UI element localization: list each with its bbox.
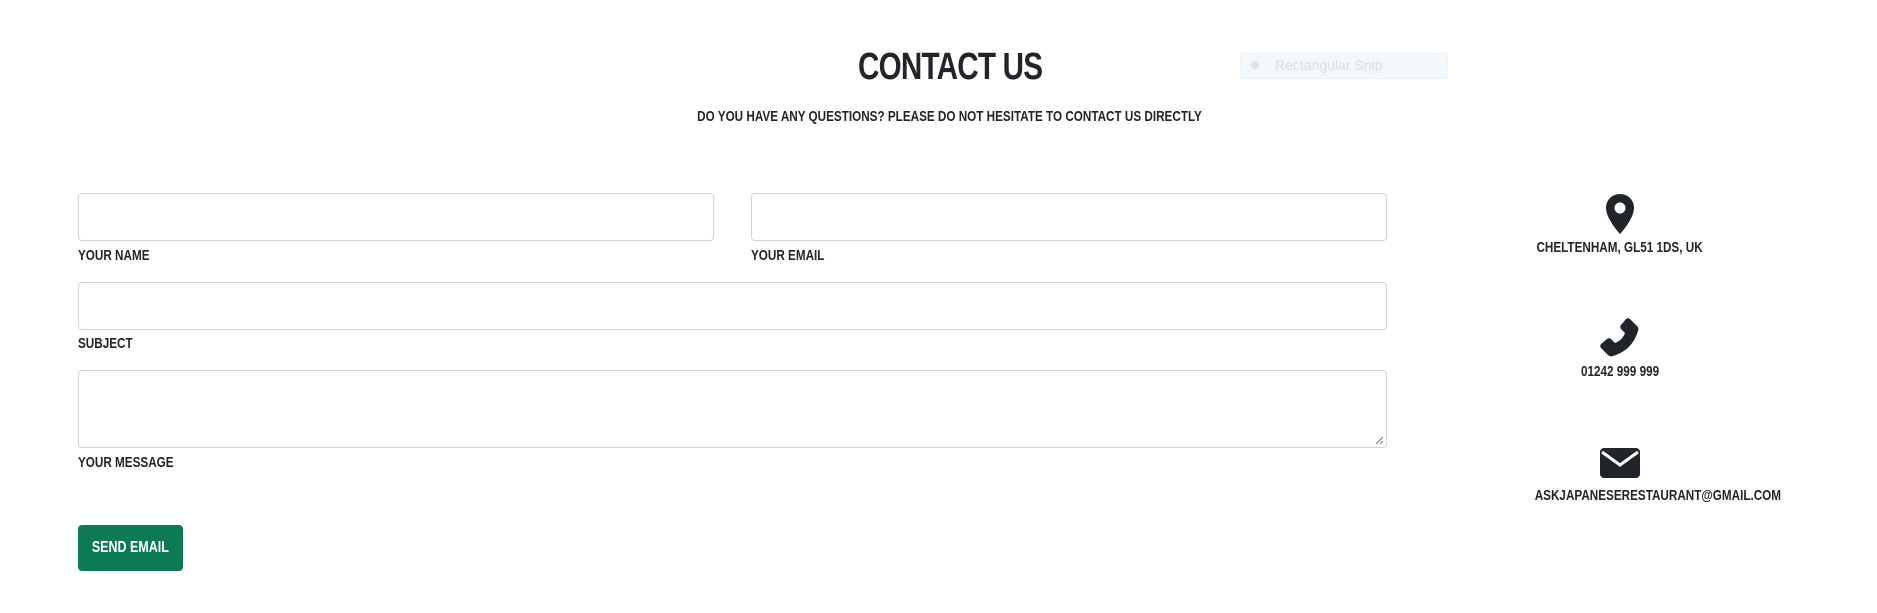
send-email-button[interactable]: SEND EMAIL [78, 525, 183, 571]
message-textarea[interactable] [78, 370, 1387, 448]
map-marker-icon [1606, 194, 1634, 234]
resize-handle-icon[interactable] [1374, 435, 1384, 445]
address-text: CHELTENHAM, GL51 1DS, UK [1536, 239, 1704, 256]
page-subtitle: DO YOU HAVE ANY QUESTIONS? PLEASE DO NOT… [0, 108, 1877, 125]
subject-label: SUBJECT [78, 335, 148, 352]
snip-label: Rectangular Snip [1275, 57, 1383, 73]
email-text: ASKJAPANESERESTAURANT@GMAIL.COM [1534, 487, 1782, 504]
email-input[interactable] [751, 193, 1387, 241]
name-input[interactable] [78, 193, 714, 241]
page-subtitle-text: DO YOU HAVE ANY QUESTIONS? PLEASE DO NOT… [697, 108, 1203, 125]
envelope-icon [1600, 448, 1640, 478]
subject-label-text: SUBJECT [78, 335, 133, 352]
message-label-text: YOUR MESSAGE [78, 454, 174, 471]
snip-dot-icon [1251, 61, 1259, 69]
phone-icon [1600, 318, 1639, 357]
email-label: YOUR EMAIL [751, 247, 845, 264]
message-label: YOUR MESSAGE [78, 454, 201, 471]
page-title-text: CONTACT US [857, 46, 1043, 88]
send-email-button-label: SEND EMAIL [92, 539, 169, 556]
name-label: YOUR NAME [78, 247, 170, 264]
phone-info: 01242 999 999 [1500, 317, 1740, 380]
phone-text: 01242 999 999 [1580, 363, 1660, 380]
name-label-text: YOUR NAME [78, 247, 150, 264]
subject-input[interactable] [78, 282, 1387, 330]
email-label-text: YOUR EMAIL [751, 247, 825, 264]
address-info: CHELTENHAM, GL51 1DS, UK [1500, 193, 1740, 256]
page-title: CONTACT US [0, 46, 1877, 89]
email-info: ASKJAPANESERESTAURANT@GMAIL.COM [1500, 447, 1782, 504]
rectangular-snip-overlay[interactable]: Rectangular Snip [1240, 52, 1448, 79]
